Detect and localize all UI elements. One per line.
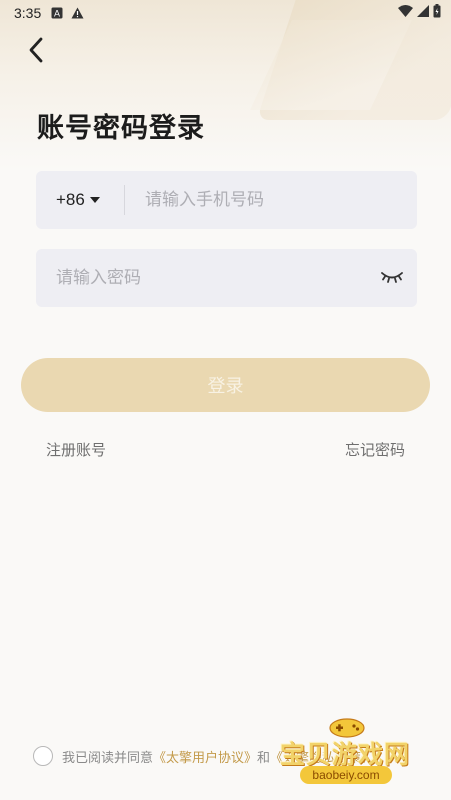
- page-title: 账号密码登录: [37, 113, 205, 144]
- battery-icon: [433, 4, 441, 22]
- country-code-selector[interactable]: +86: [36, 190, 124, 210]
- svg-text:A: A: [54, 9, 60, 19]
- register-link[interactable]: 注册账号: [46, 439, 106, 460]
- phone-field: +86: [36, 171, 417, 229]
- user-agreement-link[interactable]: 《太擎用户协议》: [153, 747, 257, 766]
- chevron-left-icon: [28, 37, 44, 67]
- caret-down-icon: [89, 197, 100, 203]
- a-box-icon: A: [51, 7, 63, 19]
- eye-closed-icon: [381, 269, 403, 288]
- warning-icon: [71, 7, 84, 19]
- login-button[interactable]: 登录: [21, 358, 430, 412]
- status-time: 3:35: [14, 5, 42, 21]
- watermark-domain: baobeiy.com: [300, 766, 392, 784]
- agreement-connector: 和: [257, 750, 271, 766]
- phone-input[interactable]: [125, 171, 417, 229]
- password-field: [36, 249, 417, 307]
- forgot-password-link[interactable]: 忘记密码: [345, 439, 405, 460]
- agreement-prefix: 我已阅读并同意: [62, 750, 154, 766]
- toggle-password-visibility[interactable]: [367, 249, 417, 307]
- wifi-icon: [398, 5, 413, 21]
- country-code-label: +86: [56, 190, 85, 209]
- signal-icon: [417, 5, 429, 21]
- back-button[interactable]: [22, 37, 50, 67]
- status-bar: 3:35 A: [0, 0, 451, 26]
- watermark: 宝贝游戏网 baobeiy.com: [272, 715, 422, 795]
- agreement-checkbox[interactable]: [33, 746, 53, 766]
- password-input[interactable]: [36, 249, 367, 307]
